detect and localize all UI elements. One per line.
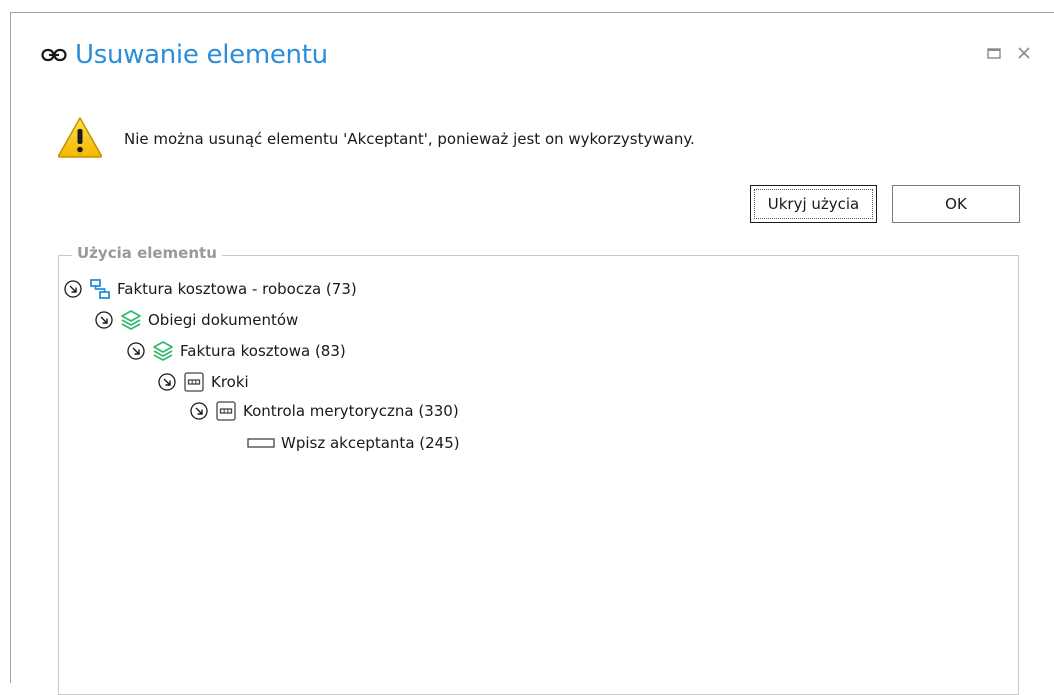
link-icon — [41, 48, 67, 62]
tree-item-label: Kontrola merytoryczna (330) — [243, 402, 459, 420]
tree-item[interactable]: Kontrola merytoryczna (330) — [189, 398, 459, 424]
tree-item[interactable]: Faktura kosztowa - robocza (73) — [63, 276, 357, 302]
step-icon — [215, 400, 237, 422]
layers-icon — [120, 309, 142, 331]
hide-usages-label: Ukryj użycia — [754, 189, 873, 219]
collapse-icon[interactable] — [63, 279, 83, 299]
message-text: Nie można usunąć elementu 'Akceptant', p… — [124, 130, 695, 148]
maximize-icon[interactable] — [985, 44, 1003, 62]
tree-item[interactable]: Kroki — [157, 369, 249, 395]
ok-button[interactable]: OK — [892, 185, 1020, 223]
tree-item-label: Faktura kosztowa - robocza (73) — [117, 280, 357, 298]
hide-usages-button[interactable]: Ukryj użycia — [750, 185, 877, 223]
tree-item-label: Obiegi dokumentów — [148, 311, 299, 329]
collapse-icon[interactable] — [189, 401, 209, 421]
layers-icon — [152, 340, 174, 362]
tree-item[interactable]: Faktura kosztowa (83) — [126, 338, 346, 364]
workflow-icon — [89, 278, 111, 300]
tree-item-label: Kroki — [211, 373, 249, 391]
collapse-icon[interactable] — [94, 310, 114, 330]
collapse-icon[interactable] — [126, 341, 146, 361]
tree-item-label: Wpisz akceptanta (245) — [281, 434, 460, 452]
field-icon — [247, 432, 275, 454]
tree-item[interactable]: Obiegi dokumentów — [94, 307, 298, 333]
dialog-title: Usuwanie elementu — [75, 40, 328, 70]
tree-item[interactable]: Wpisz akceptanta (245) — [247, 430, 460, 456]
collapse-icon[interactable] — [157, 372, 177, 392]
step-icon — [183, 371, 205, 393]
tree-item-label: Faktura kosztowa (83) — [180, 342, 346, 360]
close-icon[interactable] — [1015, 44, 1033, 62]
usages-group-label: Użycia elementu — [72, 244, 222, 262]
warning-icon — [57, 117, 103, 158]
